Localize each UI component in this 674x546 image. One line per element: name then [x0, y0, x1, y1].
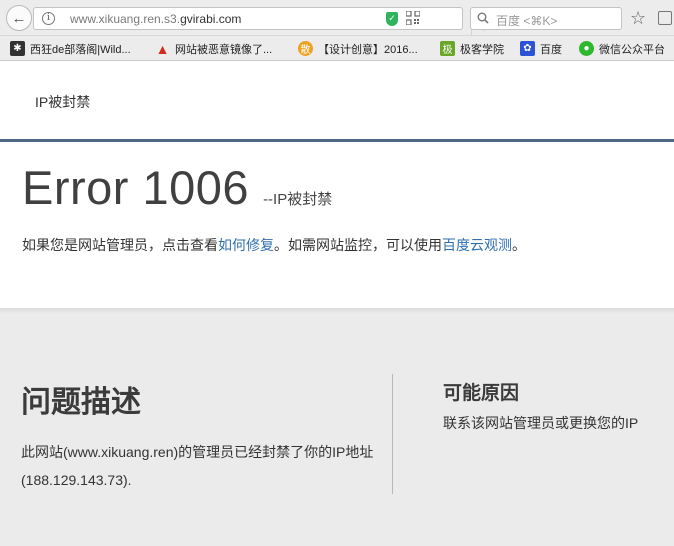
url-host: gvirabi.com: [180, 12, 242, 26]
bookmark-item[interactable]: ● 微信公众平台: [579, 40, 665, 57]
error-code: Error 1006: [22, 161, 250, 214]
qr-code-icon[interactable]: [406, 11, 420, 25]
bookmark-label: 微信公众平台: [599, 43, 665, 56]
bookmark-label: 【设计创意】2016...: [318, 43, 418, 56]
bookmark-item[interactable]: 极 极客学院: [440, 40, 504, 57]
url-prefix: www.xikuang.ren.s3.: [70, 12, 181, 26]
bookmark-item[interactable]: ✱ 西狂de部落阁|Wild...: [10, 40, 131, 57]
san-icon: 散: [298, 41, 313, 56]
adobe-icon: ▲: [155, 40, 170, 57]
wechat-icon: ●: [579, 41, 594, 56]
desc-after: 。: [512, 237, 526, 253]
problem-title: 问题描述: [21, 386, 141, 419]
bookmark-label: 西狂de部落阁|Wild...: [30, 43, 131, 56]
baidu-paw-icon: ✿: [520, 41, 535, 56]
cause-title: 可能原因: [443, 383, 520, 404]
back-button[interactable]: ←: [6, 5, 32, 31]
back-arrow-icon: ←: [11, 9, 27, 27]
how-to-fix-link[interactable]: 如何修复: [218, 237, 274, 253]
site-header: IP被封禁: [0, 62, 674, 142]
baidu-monitor-link[interactable]: 百度云观测: [442, 237, 512, 253]
problem-text: 此网站(www.xikuang.ren)的管理员已经封禁了你的IP地址(188.…: [21, 444, 374, 488]
search-placeholder: 百度 <⌘K>: [496, 14, 558, 28]
page-content: IP被封禁 Error 1006 --IP被封禁 如果您是网站管理员，点击查看如…: [0, 62, 674, 546]
info-icon[interactable]: i: [42, 12, 55, 25]
bookmark-item[interactable]: ✿ 百度: [520, 40, 562, 57]
error-description: 如果您是网站管理员，点击查看如何修复。如需网站监控，可以使用百度云观测。: [22, 235, 526, 255]
bookmark-label: 极客学院: [460, 43, 504, 56]
site-title: IP被封禁: [35, 94, 91, 110]
cause-text: 联系该网站管理员或更换您的IP: [443, 415, 639, 431]
details-section: 问题描述 此网站(www.xikuang.ren)的管理员已经封禁了你的IP地址…: [0, 314, 674, 546]
bookmarks-bar: ✱ 西狂de部落阁|Wild... ▲ 网站被恶意镜像了... 散 【设计创意】…: [0, 36, 674, 61]
bookmark-label: 百度: [540, 43, 562, 56]
error-subtitle: --IP被封禁: [263, 191, 333, 208]
search-icon: [477, 12, 489, 24]
vertical-divider: [392, 374, 393, 494]
jike-icon: 极: [440, 41, 455, 56]
url-text[interactable]: www.xikuang.ren.s3.gvirabi.com: [70, 12, 241, 26]
bookmark-item[interactable]: ▲ 网站被恶意镜像了...: [155, 40, 273, 57]
bookmark-label: 网站被恶意镜像了...: [175, 43, 273, 56]
shield-icon[interactable]: ✓: [386, 12, 398, 26]
bookmark-star-icon[interactable]: ☆: [630, 7, 646, 29]
library-icon[interactable]: [658, 11, 672, 25]
search-box[interactable]: 百度 <⌘K>: [470, 7, 622, 30]
desc-before: 如果您是网站管理员，点击查看: [22, 237, 218, 253]
paw-icon: ✱: [10, 41, 25, 56]
desc-middle: 。如需网站监控，可以使用: [274, 237, 442, 253]
bookmark-item[interactable]: 散 【设计创意】2016...: [298, 40, 418, 57]
address-bar[interactable]: i www.xikuang.ren.s3.gvirabi.com ✓ ↻: [33, 7, 490, 38]
error-heading: Error 1006 --IP被封禁: [22, 160, 332, 215]
browser-toolbar: ← i www.xikuang.ren.s3.gvirabi.com ✓ ↻ 百…: [0, 0, 674, 38]
